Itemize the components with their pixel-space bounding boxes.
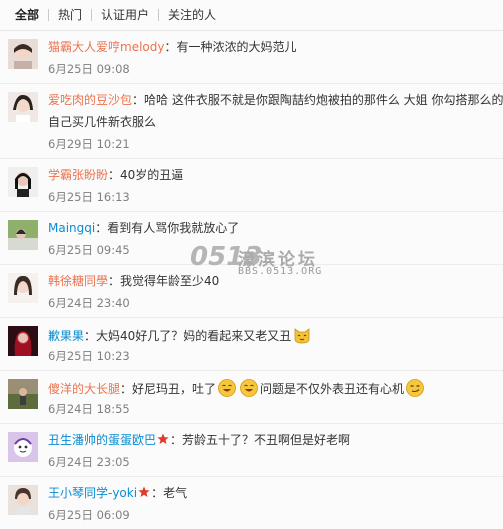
comment-item: 学霸张盼盼：40岁的丑逼 6月25日 16:13 [0,159,503,212]
laughing-face-icon [217,378,237,398]
comment-item: 丑生潘帅的蛋蛋欧巴 ：芳龄五十了？不丑啊但是好老啊 6月24日 23:05 [0,424,503,477]
star-badge-icon[interactable] [138,485,150,497]
comment-text: 我觉得年龄至少40 [120,274,220,288]
comment-item: 歉果果：大妈40好几了？妈的看起来又老又丑 6月25日 10:23 [0,318,503,371]
comment-username[interactable]: 猫霸大人爱哼melody [48,40,164,54]
tab-all[interactable]: 全部 [6,8,48,22]
comment-username[interactable]: Maingqi [48,221,95,235]
separator: ： [132,93,145,107]
laughing-face-icon [239,378,259,398]
comment-text: 40岁的丑逼 [120,168,184,182]
separator: ： [164,40,177,54]
comment-item: 傻洋的大长腿：好尼玛丑，吐了 问题是不仅外表丑还有心机 6月24日 18:55 [0,371,503,424]
comment-item: 猫霸大人爱哼melody：有一种浓浓的大妈范儿 6月25日 09:08 [0,31,503,84]
comment-time: 6月25日 10:23 [48,349,130,363]
comment-filter-tabs: 全部 热门 认证用户 关注的人 [0,0,503,31]
separator: ： [108,274,121,288]
comment-text: 哈哈 这件衣服不就是你跟陶喆约炮被拍的那件么 大姐 你勾搭那么的 [144,93,503,107]
comment-text: 好尼玛丑，吐了 [132,382,217,396]
comment-username[interactable]: 丑生潘帅的蛋蛋欧巴 [48,433,156,447]
tab-verified-users[interactable]: 认证用户 [92,8,158,22]
comment-text: 老气 [163,486,188,500]
comment-username[interactable]: 傻洋的大长腿 [48,382,120,396]
comment-username[interactable]: 韩徐糖同學 [48,274,108,288]
comment-text: 大妈40好几了？妈的看起来又老又丑 [96,329,292,343]
tab-following[interactable]: 关注的人 [159,8,225,22]
star-badge-icon[interactable] [157,432,169,444]
comment-text-continued: 问题是不仅外表丑还有心机 [260,382,405,396]
comment-text: 有一种浓浓的大妈范儿 [176,40,297,54]
avatar[interactable] [8,379,38,409]
comment-item: 王小琴同学-yoki ：老气 6月25日 06:09 [0,477,503,529]
comment-time: 6月25日 09:08 [48,62,130,76]
watermark-url: BBS.0513.ORG [238,266,323,277]
comment-time: 6月25日 06:09 [48,508,130,522]
comment-time: 6月25日 16:13 [48,190,130,204]
comment-time: 6月24日 23:05 [48,455,130,469]
comment-username[interactable]: 歉果果 [48,329,84,343]
separator: ： [170,433,183,447]
avatar[interactable] [8,220,38,250]
avatar[interactable] [8,273,38,303]
separator: ： [120,382,133,396]
avatar[interactable] [8,432,38,462]
avatar[interactable] [8,485,38,515]
separator: ： [95,221,108,235]
comment-text: 看到有人骂你我就放心了 [107,221,240,235]
comment-time: 6月24日 23:40 [48,296,130,310]
avatar[interactable] [8,39,38,69]
comment-username[interactable]: 王小琴同学-yoki [48,486,137,500]
comment-time: 6月25日 09:45 [48,243,130,257]
separator: ： [151,486,164,500]
separator: ： [108,168,121,182]
comment-time: 6月29日 10:21 [48,137,130,151]
tab-hot[interactable]: 热门 [49,8,91,22]
comment-text: 芳龄五十了？不丑啊但是好老啊 [182,433,351,447]
avatar[interactable] [8,167,38,197]
comment-item: 爱吃肉的豆沙包：哈哈 这件衣服不就是你跟陶喆约炮被拍的那件么 大姐 你勾搭那么的… [0,84,503,159]
comment-username[interactable]: 爱吃肉的豆沙包 [48,93,132,107]
separator: ： [84,329,97,343]
smirk-face-icon [405,378,425,398]
comment-text-continued: 自己买几件新衣服么 [48,115,157,129]
comment-username[interactable]: 学霸张盼盼 [48,168,108,182]
comment-time: 6月24日 18:55 [48,402,130,416]
avatar[interactable] [8,92,38,122]
cat-face-icon [292,325,312,345]
avatar[interactable] [8,326,38,356]
